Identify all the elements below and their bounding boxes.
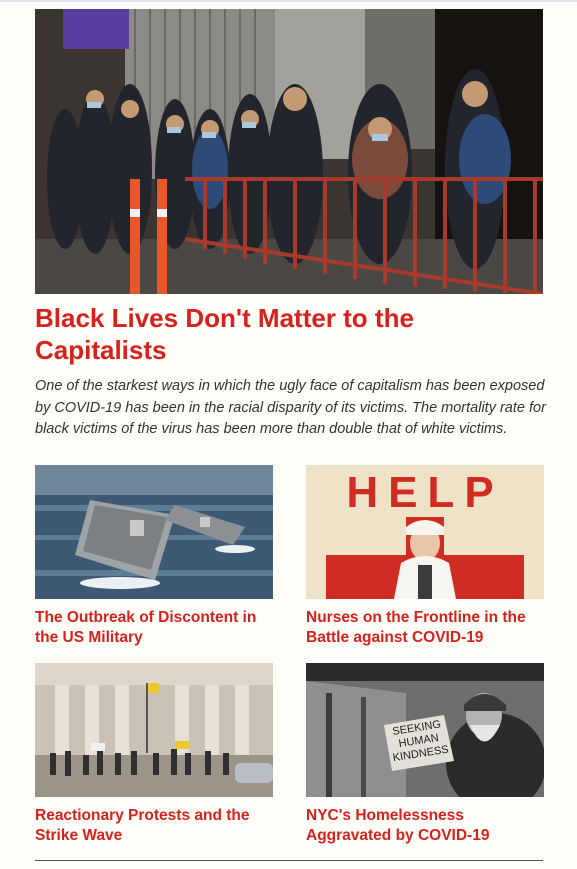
top-border — [0, 0, 577, 2]
protest-image[interactable] — [35, 663, 273, 797]
article-title[interactable]: Reactionary Protests and the Strike Wave — [35, 806, 273, 846]
lead-summary: One of the starkest ways in which the ug… — [35, 378, 546, 437]
section-divider — [35, 860, 543, 861]
article-card-military[interactable]: The Outbreak of Discontent in the US Mil… — [35, 465, 273, 648]
poster-text: HELP — [346, 468, 503, 517]
article-title[interactable]: The Outbreak of Discontent in the US Mil… — [35, 608, 273, 648]
article-title[interactable]: NYC's Homelessness Aggravated by COVID-1… — [306, 806, 544, 846]
article-card-homelessness[interactable]: SEEKING HUMAN KINDNESS NYC's Homelessnes… — [306, 663, 544, 846]
article-card-protests[interactable]: Reactionary Protests and the Strike Wave — [35, 663, 273, 846]
help-poster-image[interactable]: HELP — [306, 465, 544, 599]
subway-sign-image[interactable]: SEEKING HUMAN KINDNESS — [306, 663, 544, 797]
article-card-nurses[interactable]: HELP Nurses on the Frontline in the Batt… — [306, 465, 544, 648]
lead-headline[interactable]: Black Lives Don't Matter to the Capitali… — [35, 302, 535, 366]
lead-image[interactable] — [35, 9, 543, 294]
article-title[interactable]: Nurses on the Frontline in the Battle ag… — [306, 608, 544, 648]
aircraft-carrier-image[interactable] — [35, 465, 273, 599]
